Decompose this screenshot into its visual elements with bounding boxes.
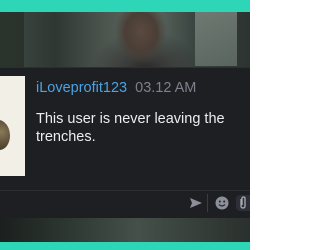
send-icon[interactable] xyxy=(188,195,204,211)
avatar-image xyxy=(0,120,10,150)
frame-border-top xyxy=(0,0,250,12)
message-header: iLoveprofit123 03.12 AM xyxy=(36,80,196,96)
emoji-icon[interactable] xyxy=(214,195,230,211)
paperclip-icon[interactable] xyxy=(236,195,250,211)
avatar[interactable] xyxy=(0,76,25,176)
message-text: This user is never leaving the trenches. xyxy=(36,111,225,145)
background-lower-scene xyxy=(0,216,250,242)
message-input[interactable] xyxy=(0,193,180,215)
toolbar-separator xyxy=(207,194,208,212)
chat-message-card: iLoveprofit123 03.12 AM This user is nev… xyxy=(0,67,250,218)
divider xyxy=(0,190,250,191)
background-window xyxy=(195,12,237,66)
username[interactable]: iLoveprofit123 xyxy=(36,80,127,96)
message-timestamp: 03.12 AM xyxy=(135,80,197,96)
background-doorframe xyxy=(0,12,24,67)
frame-border-bottom xyxy=(0,242,250,250)
